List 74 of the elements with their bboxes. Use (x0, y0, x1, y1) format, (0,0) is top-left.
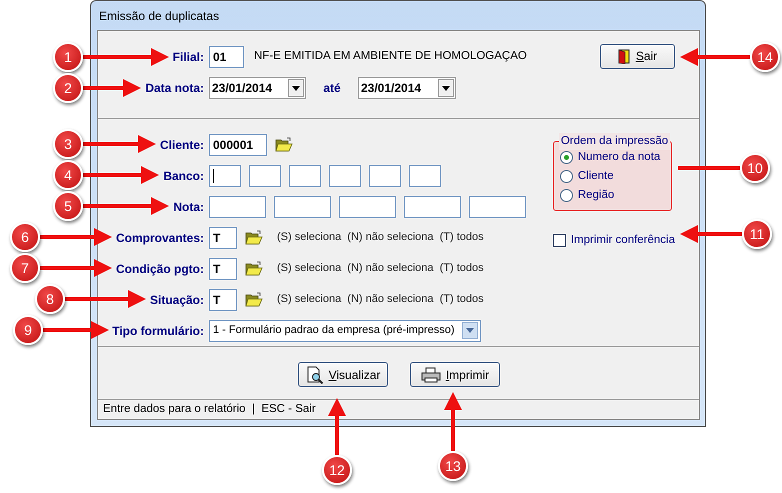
action-button[interactable]: Visualizar (298, 362, 388, 388)
pointer-arrow (680, 48, 750, 66)
input-field[interactable] (249, 164, 281, 187)
field-label: Nota: (173, 198, 204, 216)
chevron-icon (462, 322, 478, 340)
callout-number: 6 (10, 222, 40, 252)
radio-option[interactable]: Região (560, 188, 671, 204)
pointer-arrow (328, 398, 346, 455)
door-icon (618, 48, 630, 64)
radio-option[interactable]: Cliente (560, 168, 671, 185)
callout-number: 10 (740, 153, 770, 183)
leader-line (678, 166, 740, 170)
callout-number: 13 (438, 451, 468, 481)
exit-button[interactable]: Sair (600, 44, 675, 68)
input-field[interactable] (369, 164, 401, 187)
input-field[interactable] (274, 196, 331, 218)
callout-number: 1 (53, 42, 83, 72)
branch-description: NF-E EMITIDA EM AMBIENTE DE HOMOLOGAÇAO (254, 49, 527, 64)
hint-text: (S) seleciona (N) não seleciona (T) todos (277, 230, 484, 246)
magnifier-document-icon (306, 366, 324, 384)
radio-option[interactable]: Numero da nota (560, 150, 671, 166)
folder-icon[interactable] (245, 292, 263, 308)
folder-icon[interactable] (275, 137, 293, 152)
input-field[interactable]: T (209, 226, 237, 249)
pointer-arrow (40, 259, 112, 277)
hint-text: (S) seleciona (N) não seleciona (T) todos (277, 292, 484, 308)
field-label: Situação: (150, 292, 204, 309)
callout-number: 11 (742, 219, 772, 249)
checkbox-option[interactable]: Imprimir conferência (552, 232, 675, 249)
callout-number: 14 (750, 42, 780, 72)
callout-number: 2 (53, 73, 83, 103)
window-title: Emissão de duplicatas (99, 8, 220, 24)
folder-icon[interactable] (245, 261, 263, 276)
group-title: Ordem da impressão (558, 132, 670, 150)
input-field[interactable]: T (209, 258, 237, 280)
pointer-arrow (680, 225, 742, 243)
callout-number: 3 (53, 129, 83, 159)
input-field[interactable]: 01 (209, 46, 244, 68)
form-type-dropdown[interactable]: 1 - Formulário padrao da empresa (pré-impresso) (209, 320, 481, 342)
field-label: Filial: (172, 49, 204, 66)
input-field[interactable] (209, 196, 266, 218)
pointer-arrow (40, 228, 112, 246)
pointer-arrow (43, 321, 109, 339)
input-field[interactable] (339, 196, 396, 218)
pointer-arrow (444, 392, 462, 451)
action-button[interactable]: Imprimir (410, 362, 500, 388)
input-field[interactable]: T (209, 288, 237, 311)
callout-number: 5 (53, 191, 83, 221)
callout-number: 7 (10, 253, 40, 283)
input-field[interactable] (209, 164, 241, 187)
field-label: Condição pgto: (116, 260, 204, 278)
callout-number: 8 (35, 284, 65, 314)
field-label: Data nota: (145, 80, 204, 97)
field-label: Tipo formulário: (112, 322, 204, 340)
hint-text: (S) seleciona (N) não seleciona (T) todos (277, 261, 484, 276)
field-label: Cliente: (160, 136, 204, 154)
input-field[interactable] (409, 164, 441, 187)
pointer-arrow (83, 79, 141, 97)
date-separator: até (322, 80, 342, 97)
input-field[interactable] (469, 196, 526, 218)
field-label: Comprovantes: (116, 230, 204, 247)
input-field[interactable] (289, 164, 321, 187)
input-field[interactable] (329, 164, 361, 187)
folder-icon[interactable] (245, 230, 263, 246)
status-text: Entre dados para o relatório | ESC - Sair (103, 402, 316, 417)
date-dropdown[interactable]: 23/01/2014 (209, 77, 306, 99)
field-label: Banco: (163, 168, 204, 185)
callout-number: 9 (13, 315, 43, 345)
callout-number: 4 (53, 160, 83, 190)
callout-number: 12 (322, 455, 352, 485)
date-dropdown[interactable]: 23/01/2014 (358, 77, 456, 99)
input-field[interactable] (404, 196, 461, 218)
printer-icon (420, 366, 441, 383)
input-field[interactable]: 000001 (209, 134, 267, 156)
